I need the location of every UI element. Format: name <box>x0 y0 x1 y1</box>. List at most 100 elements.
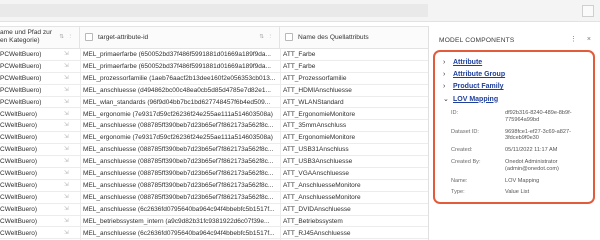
category-cell: CWeltBuero) <box>0 122 38 130</box>
select-column-checkbox[interactable] <box>285 33 293 41</box>
target-attribute-cell: MEL_ergonomie (7e9317d59cf26236f24e255ae… <box>83 110 273 118</box>
target-attribute-cell: MEL_anschluesse (088785ff390beb7d23b65ef… <box>83 158 274 166</box>
property-value: 05/11/2022 11:17 AM <box>505 147 558 154</box>
category-cell: CWeltBuero) <box>0 205 38 213</box>
column-menu-icon[interactable]: ⇅ ⋮ <box>59 34 74 40</box>
expand-cell-icon[interactable]: ⇲ <box>64 204 69 216</box>
column-header-category-line1: ame und Pfad zur <box>0 29 53 36</box>
column-header-target-attribute-id[interactable]: target-attribute-id ⇅ ⋮ <box>80 27 280 49</box>
table-row[interactable]: CWeltBuero) ⇲ MEL_anschluesse (6c2636fd079… <box>0 204 428 216</box>
table-row[interactable]: CWeltBuero) ⇲ MEL_anschluesse (088785ff390… <box>0 168 428 180</box>
table-row[interactable]: PCWeltBuero) ⇲ MEL_wlan_standards (96f9d04… <box>0 97 428 109</box>
source-attribute-cell: ATT_VGAAnschluesse <box>283 170 349 177</box>
property-row-created-by: Created By: Onedot Administrator (admin@o… <box>451 159 591 173</box>
property-key: Created By: <box>451 158 481 165</box>
target-attribute-cell: MEL_betriebssystem_intern (a9c9d82b31fc9… <box>83 217 270 225</box>
table-row[interactable]: CWeltBuero) ⇲ MEL_anschluesse (088785ff390… <box>0 156 428 168</box>
table-row[interactable]: CWeltBuero) ⇲ MEL_betriebssystem_intern (a… <box>0 216 428 228</box>
expand-cell-icon[interactable]: ⇲ <box>64 85 69 97</box>
chevron-right-icon[interactable]: › <box>443 57 445 69</box>
category-cell: CWeltBuero) <box>0 170 38 177</box>
target-attribute-cell: MEL_prozessorfamilie (1aeb76aacf2b13dee1… <box>83 74 276 82</box>
category-cell: CWeltBuero) <box>0 110 38 118</box>
table-row[interactable]: PCWeltBuero) ⇲ MEL_primaerfarbe (650052bd3… <box>0 49 428 61</box>
expand-cell-icon[interactable]: ⇲ <box>64 120 69 132</box>
table-row[interactable]: CWeltBuero) ⇲ MEL_anschluesse (088785ff390… <box>0 144 428 157</box>
panel-title: MODEL COMPONENTS <box>439 37 515 44</box>
target-attribute-cell: MEL_anschluesse (d494862bc00c48ea0cb5d85… <box>83 86 271 94</box>
tree-node-product-family[interactable]: › Product Family <box>443 81 591 93</box>
close-icon[interactable]: × <box>587 36 591 43</box>
expand-cell-icon[interactable]: ⇲ <box>64 228 69 240</box>
category-cell: PCWeltBuero) <box>0 98 42 106</box>
category-cell: PCWeltBuero) <box>0 51 42 58</box>
property-row-dataset-id: Dataset ID: 9698fce1-ef27-3c69-a827-3fdce… <box>451 129 591 143</box>
tree-node-lov-mapping[interactable]: ⌄ LOV Mapping <box>443 94 591 106</box>
table-row[interactable]: PCWeltBuero) ⇲ MEL_primaerfarbe (650052bd3… <box>0 61 428 73</box>
category-cell: CWeltBuero) <box>0 229 38 237</box>
select-all-checkbox[interactable] <box>85 33 93 41</box>
tree-node-label[interactable]: Attribute Group <box>453 71 505 78</box>
table-row[interactable]: CWeltBuero) ⇲ MEL_anschluesse (6c2636fd079… <box>0 228 428 240</box>
category-cell: CWeltBuero) <box>0 158 38 166</box>
property-key: Name: <box>451 177 468 184</box>
table-row[interactable]: CWeltBuero) ⇲ MEL_anschluesse (088785ff390… <box>0 120 428 133</box>
property-value: df92b316-8240-489e-8b9f-775964a99bd <box>505 110 572 123</box>
property-value: Onedot Administrator (admin@onedot.com) <box>505 158 559 172</box>
chevron-down-icon[interactable]: ⌄ <box>443 94 449 106</box>
column-menu-icon[interactable]: ⇅ ⋮ <box>259 34 274 40</box>
expand-cell-icon[interactable]: ⇲ <box>64 216 69 228</box>
toolbar-control[interactable] <box>582 5 594 17</box>
category-cell: CWeltBuero) <box>0 134 38 142</box>
table-row[interactable]: CWeltBuero) ⇲ MEL_anschluesse (088785ff390… <box>0 180 428 192</box>
table-row[interactable]: CWeltBuero) ⇲ MEL_ergonomie (7e9317d59cf26… <box>0 109 428 121</box>
property-key: Dataset ID: <box>451 128 479 135</box>
component-tree: › Attribute › Attribute Group › Product Fam… <box>443 57 591 106</box>
expand-cell-icon[interactable]: ⇲ <box>64 97 69 109</box>
expand-cell-icon[interactable]: ⇲ <box>64 132 69 144</box>
table-row[interactable]: PCWeltBuero) ⇲ MEL_prozessorfamilie (1aeb7… <box>0 73 428 85</box>
column-header-source-attribute[interactable]: Name des Quellattributs <box>280 27 428 49</box>
chevron-right-icon[interactable]: › <box>443 81 445 93</box>
category-cell: PCWeltBuero) <box>0 62 42 70</box>
source-attribute-cell: ATT_DVIDAnschluesse <box>283 205 351 213</box>
source-attribute-cell: ATT_ErgonomieMonitore <box>283 110 356 118</box>
target-attribute-cell: MEL_primaerfarbe (650052bd37f486f5991881… <box>83 62 271 70</box>
tree-node-attribute-group[interactable]: › Attribute Group <box>443 69 591 81</box>
target-attribute-cell: MEL_anschluesse (088785ff390beb7d23b65ef… <box>83 181 274 189</box>
expand-cell-icon[interactable]: ⇲ <box>64 61 69 73</box>
tree-node-label[interactable]: Product Family <box>453 83 504 90</box>
target-attribute-cell: MEL_anschluesse (088785ff390beb7d23b65ef… <box>83 122 274 130</box>
chevron-right-icon[interactable]: › <box>443 69 445 81</box>
column-header-source-label: Name des Quellattributs <box>298 34 369 41</box>
table-row[interactable]: CWeltBuero) ⇲ MEL_ergonomie (7e9317d59cf26… <box>0 132 428 145</box>
tree-node-label[interactable]: LOV Mapping <box>453 96 498 103</box>
target-attribute-cell: MEL_anschluesse (6c2636fd0795640ba964c94… <box>83 205 275 213</box>
expand-cell-icon[interactable]: ⇲ <box>64 168 69 180</box>
expand-cell-icon[interactable]: ⇲ <box>64 73 69 85</box>
source-attribute-cell: ATT_35mmAnschluss <box>283 122 347 130</box>
column-header-category-line2: en Kategorie) <box>0 37 40 44</box>
source-attribute-cell: ATT_AnschluesseMonitore <box>283 181 361 189</box>
expand-cell-icon[interactable]: ⇲ <box>64 156 69 168</box>
table-row[interactable]: CWeltBuero) ⇲ MEL_anschluesse (088785ff390… <box>0 192 428 204</box>
expand-cell-icon[interactable]: ⇲ <box>64 49 69 61</box>
more-options-icon[interactable]: ⋮ <box>570 36 577 43</box>
expand-cell-icon[interactable]: ⇲ <box>64 180 69 192</box>
table-row[interactable]: PCWeltBuero) ⇲ MEL_anschluesse (d494862bc0… <box>0 85 428 97</box>
toolbar-search-area[interactable] <box>0 4 428 17</box>
property-value: LOV Mapping <box>505 177 540 184</box>
tree-node-label[interactable]: Attribute <box>453 59 482 66</box>
property-value: 9698fce1-ef27-3c69-a827-3fdceb9f0e30 <box>505 128 571 142</box>
property-key: ID: <box>451 110 459 116</box>
expand-cell-icon[interactable]: ⇲ <box>64 144 69 156</box>
lov-mapping-properties: ID: df92b316-8240-489e-8b9f-775964a99bd D… <box>451 110 591 201</box>
expand-cell-icon[interactable]: ⇲ <box>64 192 69 204</box>
category-cell: CWeltBuero) <box>0 193 38 201</box>
target-attribute-cell: MEL_anschluesse (6c2636fd0795640ba964c94… <box>83 229 275 237</box>
source-attribute-cell: ATT_Prozessorfamilie <box>283 74 347 82</box>
column-header-category[interactable]: ame und Pfad zur en Kategorie) ⇅ ⋮ <box>0 27 80 49</box>
expand-cell-icon[interactable]: ⇲ <box>64 109 69 121</box>
tree-node-attribute[interactable]: › Attribute <box>443 57 591 69</box>
source-attribute-cell: ATT_USB3Anschluesse <box>283 158 353 166</box>
